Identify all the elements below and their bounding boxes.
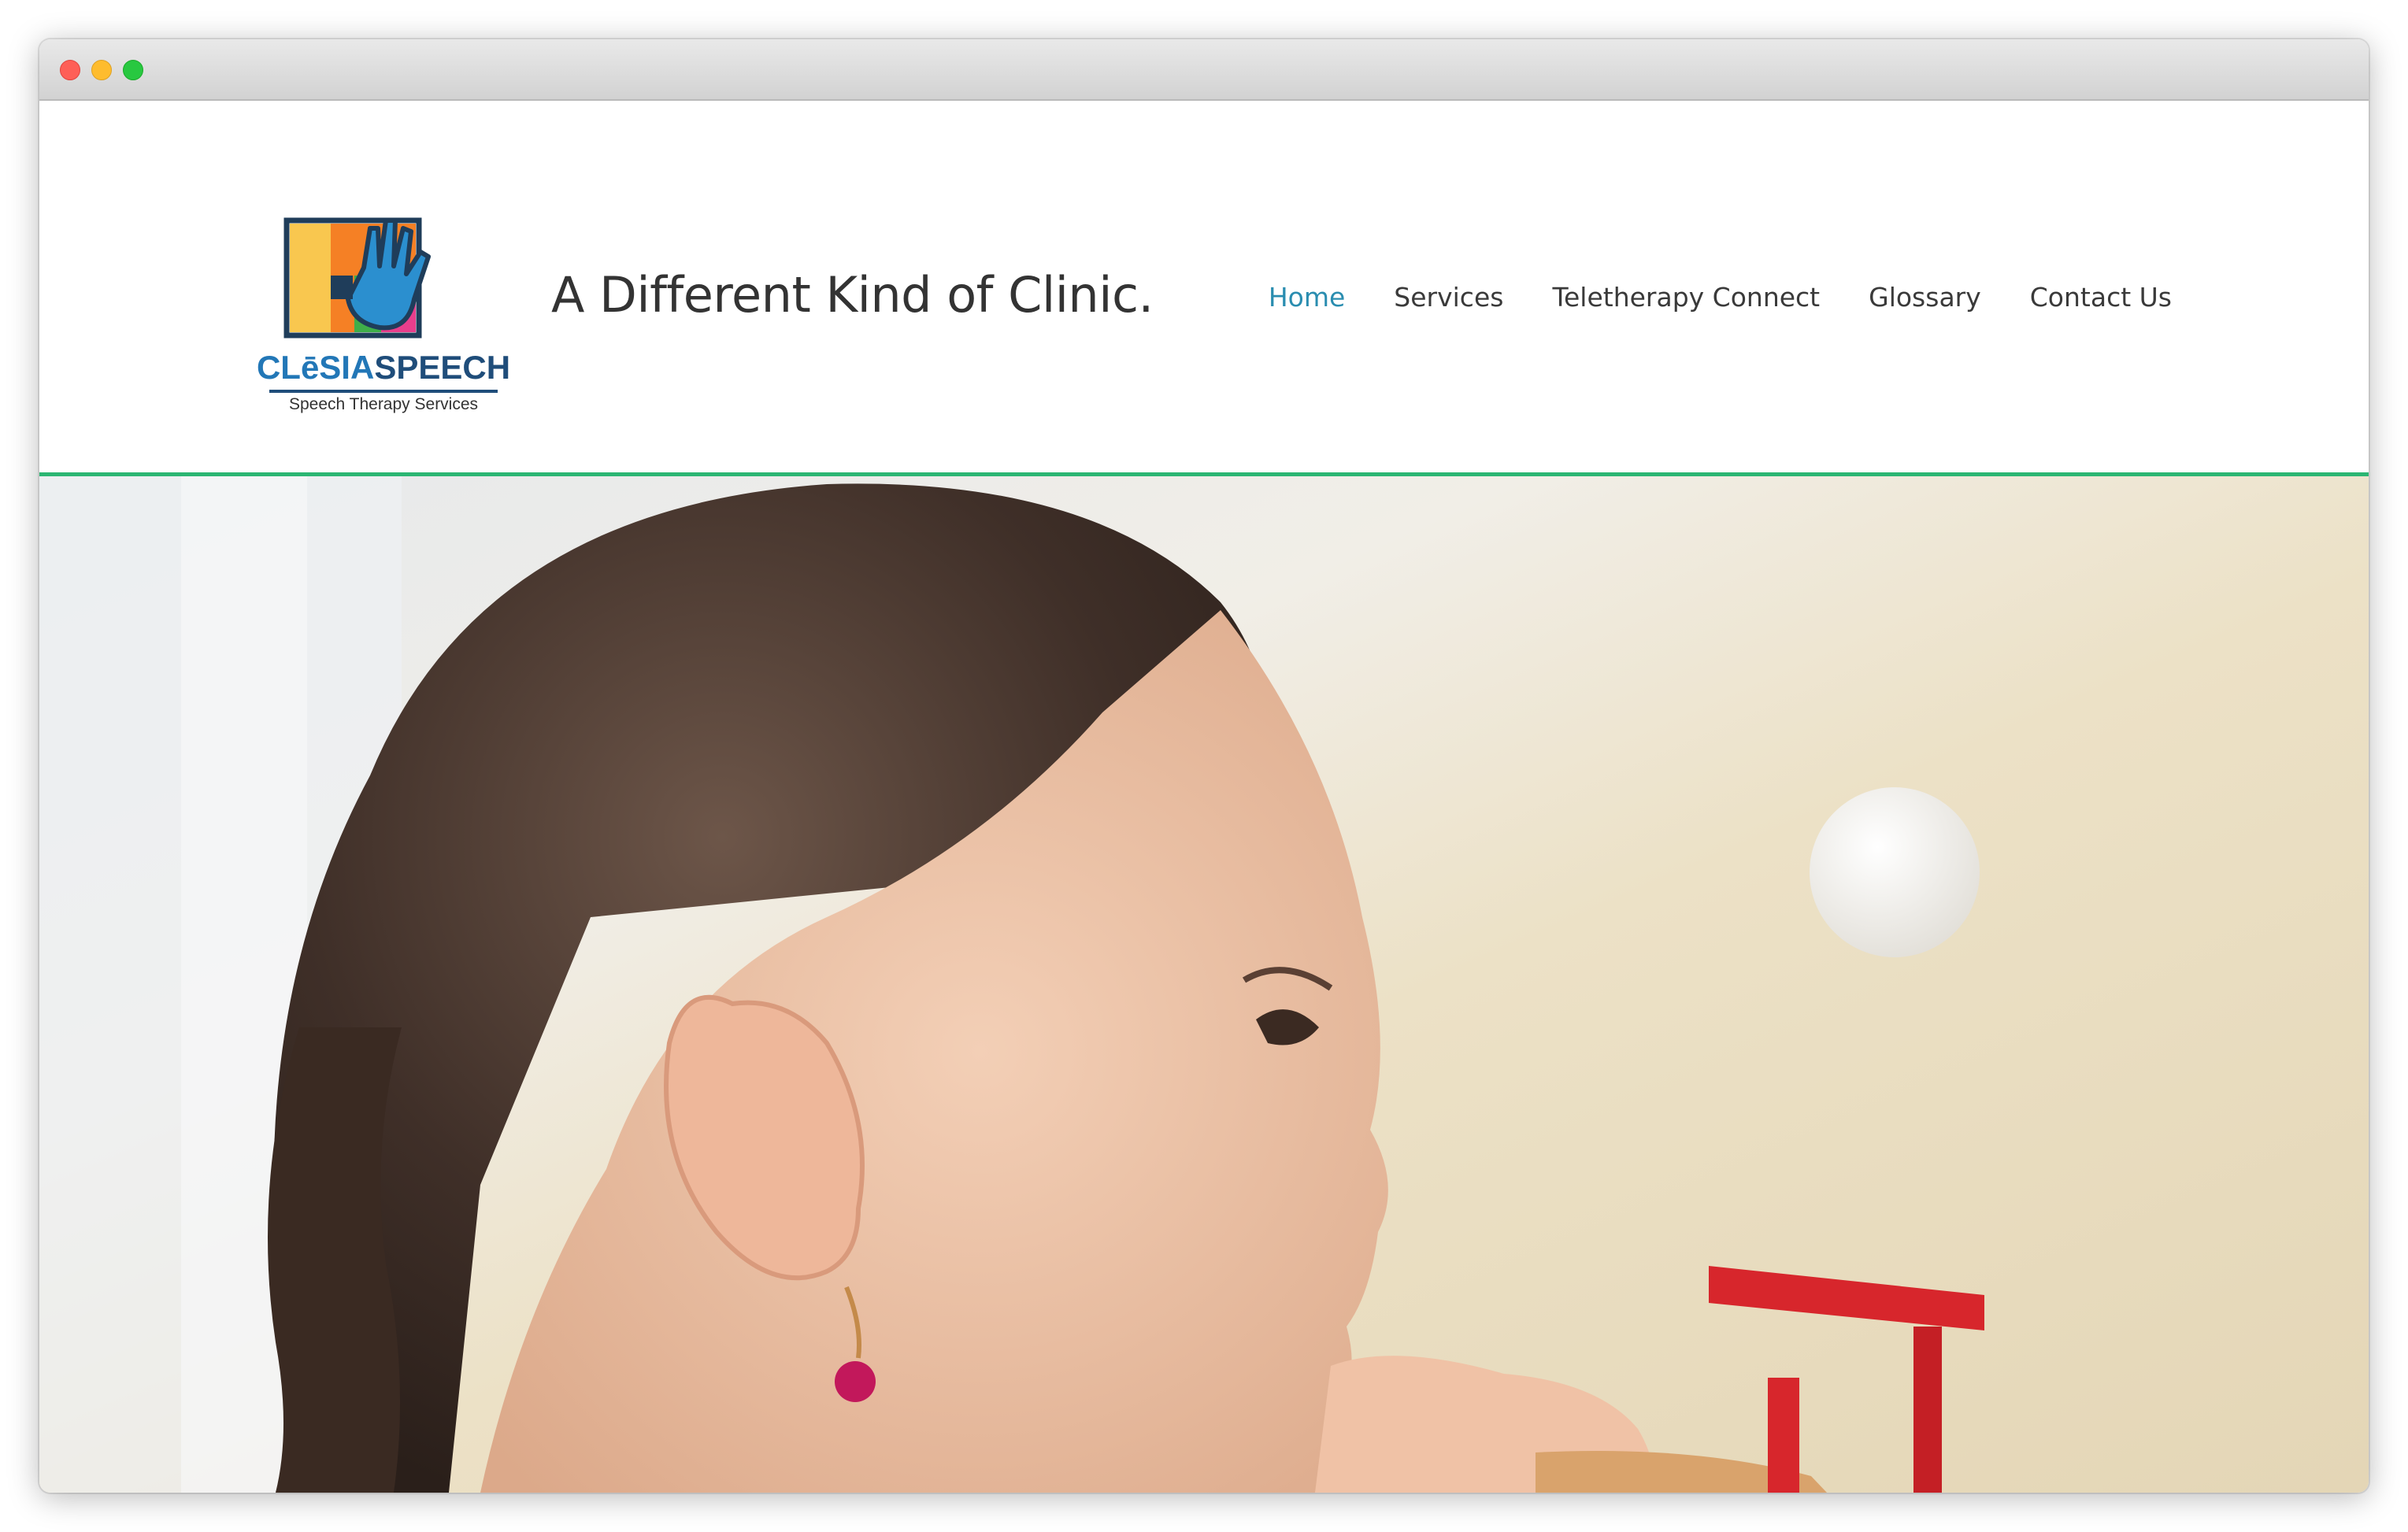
clesia-speech-logo[interactable]: CLēSIASPEECH Speech Therapy Services: [254, 181, 513, 417]
nav-services-link[interactable]: Services: [1394, 282, 1503, 313]
minimize-window-button[interactable]: [91, 60, 112, 80]
nav-teletherapy-connect-link[interactable]: Teletherapy Connect: [1552, 282, 1820, 313]
hero-illustration: [39, 476, 2369, 1493]
logo-wordmark: CLēSIASPEECH: [256, 349, 511, 386]
logo-underline: [269, 390, 498, 393]
close-window-button[interactable]: [60, 60, 80, 80]
browser-window: CLēSIASPEECH Speech Therapy Services A D…: [39, 39, 2369, 1493]
site-tagline: A Different Kind of Clinic.: [551, 266, 1154, 324]
nav-contact-us-link[interactable]: Contact Us: [2030, 282, 2172, 313]
logo-hand-icon: [283, 217, 431, 339]
logo-tagline: Speech Therapy Services: [288, 395, 479, 413]
maximize-window-button[interactable]: [123, 60, 143, 80]
nav-glossary-link[interactable]: Glossary: [1869, 282, 1981, 313]
site-header: CLēSIASPEECH Speech Therapy Services A D…: [39, 101, 2369, 476]
window-titlebar: [39, 39, 2369, 101]
main-nav: Home Services Teletherapy Connect Glossa…: [1269, 282, 2172, 313]
nav-home-link[interactable]: Home: [1269, 282, 1345, 313]
hero-image: [39, 476, 2369, 1493]
